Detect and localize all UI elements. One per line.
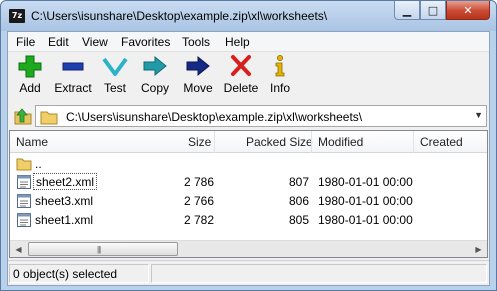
column-divider[interactable] [311,131,312,153]
info-icon [275,55,285,77]
delete-label: Delete [223,81,259,95]
status-selection-text: 0 object(s) selected [13,267,118,281]
column-divider[interactable] [413,131,414,153]
menu-view[interactable]: View [82,35,108,49]
column-name[interactable]: Name [16,135,48,149]
toolbar: Add Extract Test Copy Move Delete Info [8,52,489,103]
extract-button[interactable]: Extract [51,54,95,100]
address-field[interactable]: C:\Users\isunshare\Desktop\example.zip\x… [35,105,487,127]
maximize-button[interactable]: □ [420,1,446,20]
list-item-parent[interactable]: .. [10,155,487,173]
file-name: sheet1.xml [35,213,94,227]
add-button[interactable]: Add [14,54,46,100]
client-area: File Edit View Favorites Tools Help Add … [7,31,490,286]
horizontal-scrollbar[interactable]: ◀ ||| ▶ [10,240,487,257]
address-path: C:\Users\isunshare\Desktop\example.zip\x… [66,110,363,124]
move-arrow-icon [186,55,210,77]
column-size[interactable]: Size [188,135,211,149]
scroll-right-icon[interactable]: ▶ [470,241,487,257]
extract-icon [62,62,84,71]
close-button[interactable]: ✕ [446,1,490,20]
list-header: Name Size Packed Size Modified Created [10,131,487,153]
menu-file[interactable]: File [16,35,35,49]
file-list[interactable]: Name Size Packed Size Modified Created .… [9,130,488,258]
file-packed-size: 805 [288,213,309,227]
xml-file-icon [17,194,31,208]
folder-icon [40,111,58,125]
status-selection-panel: 0 object(s) selected [9,264,149,283]
info-label: Info [269,81,290,95]
move-label: Move [183,81,213,95]
info-button[interactable]: Info [266,54,294,100]
address-bar: C:\Users\isunshare\Desktop\example.zip\x… [8,104,489,128]
table-row[interactable]: sheet3.xml 2 766 806 1980-01-01 00:00 [10,192,487,210]
file-size: 2 786 [183,175,214,189]
file-size: 2 782 [183,213,214,227]
file-name: sheet3.xml [35,194,94,208]
column-modified[interactable]: Modified [318,135,363,149]
add-label: Add [19,81,41,95]
minimize-button[interactable]: ▁ [394,1,420,20]
table-row[interactable]: sheet1.xml 2 782 805 1980-01-01 00:00 [10,211,487,229]
menu-help[interactable]: Help [225,35,250,49]
menu-bar: File Edit View Favorites Tools Help [8,32,489,52]
file-packed-size: 806 [288,194,309,208]
folder-icon [16,158,32,171]
menu-tools[interactable]: Tools [182,35,210,49]
scroll-left-icon[interactable]: ◀ [10,241,27,257]
test-label: Test [103,81,126,95]
status-bar: 0 object(s) selected [8,260,489,285]
status-info-panel [151,264,487,283]
parent-folder-label: .. [35,157,42,171]
column-created[interactable]: Created [420,135,463,149]
file-modified: 1980-01-01 00:00 [318,175,413,189]
title-bar[interactable]: 7z C:\Users\isunshare\Desktop\example.zi… [1,1,496,31]
test-button[interactable]: Test [98,54,132,100]
scrollbar-grip-icon: ||| [97,245,101,254]
app-window: 7z C:\Users\isunshare\Desktop\example.zi… [0,0,497,291]
file-size: 2 766 [183,194,214,208]
scrollbar-thumb[interactable]: ||| [28,242,178,256]
file-packed-size: 807 [288,175,309,189]
window-title: C:\Users\isunshare\Desktop\example.zip\x… [31,9,328,23]
folder-up-icon [14,108,32,125]
copy-label: Copy [140,81,169,95]
file-name: sheet2.xml [33,173,98,190]
xml-file-icon [17,213,31,227]
test-icon [102,57,128,76]
7zip-app-icon[interactable]: 7z [9,9,25,23]
caption-buttons: ▁ □ ✕ [394,1,490,21]
column-packed-size[interactable]: Packed Size [246,135,313,149]
menu-edit[interactable]: Edit [48,35,69,49]
delete-button[interactable]: Delete [221,54,261,100]
extract-label: Extract [54,81,92,95]
address-dropdown-icon[interactable]: ▼ [474,110,483,120]
column-divider[interactable] [214,131,215,153]
file-modified: 1980-01-01 00:00 [318,194,413,208]
xml-file-icon [17,175,31,189]
add-icon [18,55,42,78]
move-button[interactable]: Move [180,54,216,100]
table-row[interactable]: sheet2.xml 2 786 807 1980-01-01 00:00 [10,173,487,191]
delete-x-icon [231,55,251,76]
copy-button[interactable]: Copy [137,54,173,100]
file-modified: 1980-01-01 00:00 [318,213,413,227]
copy-icon [143,55,167,77]
menu-favorites[interactable]: Favorites [121,35,170,49]
folder-up-button[interactable] [13,106,33,126]
